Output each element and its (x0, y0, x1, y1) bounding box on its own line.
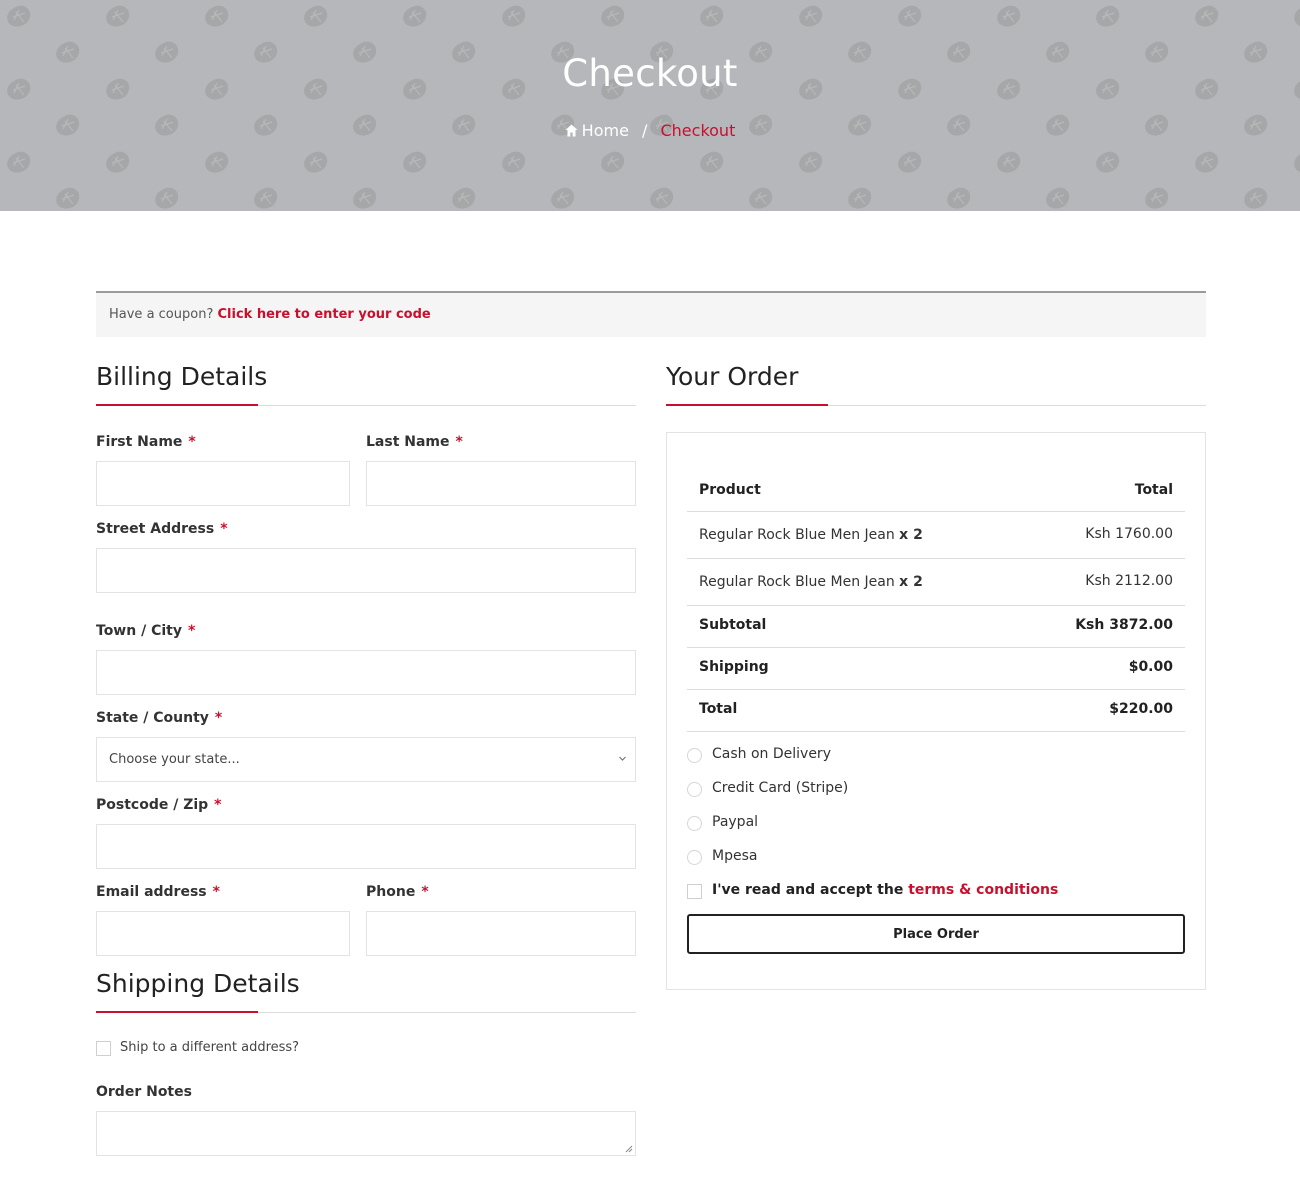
street-address-label: Street Address * (96, 521, 228, 537)
coupon-prompt: Have a coupon? (109, 307, 214, 322)
last-name-input[interactable] (366, 461, 636, 506)
leaf-pattern-background (0, 0, 1300, 211)
required-mark: * (220, 521, 228, 537)
coupon-link[interactable]: Click here to enter your code (218, 307, 431, 322)
order-item-name-text: Regular Rock Blue Men Jean (699, 574, 895, 590)
subtotal-value: Ksh 3872.00 (1075, 617, 1173, 633)
email-label-text: Email address (96, 884, 207, 900)
postcode-label-text: Postcode / Zip (96, 797, 209, 813)
required-mark: * (187, 623, 196, 639)
resize-grip-icon[interactable] (625, 1145, 633, 1153)
payment-label-mpesa: Mpesa (712, 848, 758, 864)
ship-different-checkbox[interactable] (96, 1041, 111, 1056)
order-table-header: Product Total (687, 470, 1185, 512)
required-mark: * (214, 797, 222, 813)
order-item-qty: x 2 (899, 574, 923, 590)
state-county-selected: Choose your state... (109, 752, 240, 767)
order-item-name-text: Regular Rock Blue Men Jean (699, 527, 895, 543)
first-name-label: First Name * (96, 434, 196, 450)
table-row: Regular Rock Blue Men Jean x 2 Ksh 1760.… (687, 512, 1185, 559)
order-item-name: Regular Rock Blue Men Jean x 2 (699, 574, 923, 590)
terms-label: I've read and accept the terms & conditi… (712, 882, 1058, 898)
postcode-label: Postcode / Zip * (96, 797, 222, 813)
total-row: Total $220.00 (687, 690, 1185, 732)
subtotal-row: Subtotal Ksh 3872.00 (687, 606, 1185, 648)
subtotal-label: Subtotal (699, 617, 767, 633)
breadcrumb-separator: / (642, 121, 648, 140)
order-item-total: Ksh 2112.00 (1085, 573, 1173, 589)
order-summary-box: Product Total Regular Rock Blue Men Jean… (666, 432, 1206, 990)
total-column-header: Total (1134, 482, 1173, 498)
place-order-button[interactable]: Place Order (687, 914, 1185, 954)
billing-details-title: Billing Details (96, 362, 268, 391)
state-county-label-text: State / County (96, 710, 209, 726)
payment-radio-stripe[interactable] (687, 782, 702, 797)
order-item-qty: x 2 (899, 527, 923, 543)
state-county-label: State / County * (96, 710, 222, 726)
postcode-input[interactable] (96, 824, 636, 869)
chevron-down-icon (619, 756, 626, 761)
last-name-label: Last Name * (366, 434, 463, 450)
street-address-input[interactable] (96, 548, 636, 593)
payment-label-paypal: Paypal (712, 814, 759, 830)
your-order-title: Your Order (666, 362, 799, 391)
terms-prefix: I've read and accept the (712, 882, 904, 898)
phone-label-text: Phone (366, 884, 416, 900)
terms-link[interactable]: terms & conditions (908, 882, 1058, 898)
phone-label: Phone * (366, 884, 429, 900)
first-name-input[interactable] (96, 461, 350, 506)
town-city-label: Town / City * (96, 623, 195, 639)
billing-title-accent (96, 404, 258, 406)
required-mark: * (188, 434, 196, 450)
required-mark: * (214, 710, 223, 726)
payment-radio-paypal[interactable] (687, 816, 702, 831)
payment-label-cash: Cash on Delivery (712, 746, 831, 762)
phone-input[interactable] (366, 911, 636, 956)
terms-checkbox[interactable] (687, 884, 702, 899)
product-column-header: Product (699, 482, 761, 498)
payment-label-stripe: Credit Card (Stripe) (712, 780, 849, 796)
shipping-value: $0.00 (1128, 659, 1173, 675)
last-name-label-text: Last Name (366, 434, 450, 450)
email-input[interactable] (96, 911, 350, 956)
first-name-label-text: First Name (96, 434, 183, 450)
payment-radio-cash[interactable] (687, 748, 702, 763)
order-title-rule (666, 404, 1206, 406)
order-item-total: Ksh 1760.00 (1085, 526, 1173, 542)
order-title-accent (666, 404, 828, 406)
total-value: $220.00 (1109, 701, 1173, 717)
table-row: Regular Rock Blue Men Jean x 2 Ksh 2112.… (687, 559, 1185, 606)
ship-different-label: Ship to a different address? (120, 1040, 300, 1055)
shipping-row: Shipping $0.00 (687, 648, 1185, 690)
coupon-bar: Have a coupon? Click here to enter your … (96, 291, 1206, 337)
shipping-title-rule (96, 1011, 636, 1013)
required-mark: * (212, 884, 220, 900)
home-icon (565, 124, 578, 137)
shipping-title-accent (96, 1011, 258, 1013)
breadcrumb: Home / Checkout (0, 121, 1300, 140)
page-title: Checkout (562, 52, 738, 95)
order-notes-label: Order Notes (96, 1084, 192, 1100)
order-notes-textarea[interactable] (96, 1111, 636, 1156)
page-hero: Checkout Home / Checkout (0, 0, 1300, 211)
town-city-input[interactable] (96, 650, 636, 695)
breadcrumb-home-label: Home (581, 121, 629, 140)
payment-radio-mpesa[interactable] (687, 850, 702, 865)
town-city-label-text: Town / City (96, 623, 182, 639)
required-mark: * (421, 884, 429, 900)
breadcrumb-home[interactable]: Home (565, 121, 634, 140)
breadcrumb-current: Checkout (660, 121, 736, 140)
billing-title-rule (96, 404, 636, 406)
shipping-label: Shipping (699, 659, 769, 675)
state-county-select[interactable]: Choose your state... (96, 737, 636, 782)
street-address-label-text: Street Address (96, 521, 215, 537)
order-item-name: Regular Rock Blue Men Jean x 2 (699, 527, 923, 543)
shipping-details-title: Shipping Details (96, 969, 300, 998)
total-label: Total (699, 701, 738, 717)
email-label: Email address * (96, 884, 220, 900)
required-mark: * (455, 434, 463, 450)
